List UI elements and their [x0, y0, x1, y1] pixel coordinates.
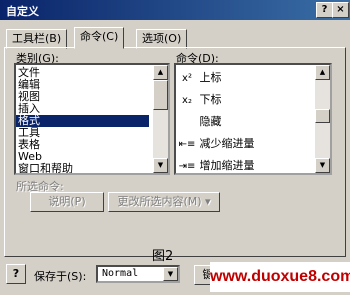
subscript-icon: x₂	[182, 95, 192, 106]
title-bar: 自定义 ? ×	[0, 0, 350, 20]
scroll-thumb[interactable]	[315, 109, 330, 123]
close-button[interactable]: ×	[332, 2, 349, 18]
scroll-up-icon[interactable]: ▲	[153, 65, 168, 80]
save-in-value: Normal	[102, 268, 139, 279]
commands-scrollbar[interactable]: ▲ ▼	[315, 65, 330, 173]
command-label: 下标	[199, 93, 222, 106]
commands-list[interactable]: x² 上标 x₂ 下标 隐藏 ⇤≡ 减少缩进量 ⇥≡ 增加缩进量 ▲ ▼	[174, 63, 332, 175]
command-label: 减少缩进量	[199, 137, 255, 150]
help-icon[interactable]: ?	[6, 264, 26, 284]
save-in-select[interactable]: Normal ▼	[96, 265, 180, 283]
command-label: 隐藏	[199, 115, 222, 128]
tab-toolbars[interactable]: 工具栏(B)	[6, 29, 68, 49]
superscript-icon: x²	[182, 73, 192, 84]
scroll-down-icon[interactable]: ▼	[315, 158, 330, 173]
decrease-indent-icon: ⇤≡	[178, 139, 196, 150]
modify-selection-button[interactable]: 更改所选内容(M) ▾	[108, 192, 220, 212]
command-label: 上标	[199, 71, 222, 84]
categories-list[interactable]: 文件 编辑 视图 插入 格式 工具 表格 Web 窗口和帮助 ▲ ▼	[14, 63, 170, 175]
tab-options[interactable]: 选项(O)	[136, 29, 188, 49]
command-item-decrease-indent[interactable]: ⇤≡ 减少缩进量	[178, 133, 255, 155]
chevron-down-icon[interactable]: ▼	[163, 267, 178, 281]
customize-dialog: 自定义 ? × 工具栏(B) 命令(C) 选项(O) 类别(G): 文件 编辑 …	[0, 0, 350, 295]
dialog-title: 自定义	[6, 5, 39, 18]
scroll-thumb[interactable]	[153, 80, 168, 110]
describe-button[interactable]: 说明(P)	[30, 192, 104, 212]
increase-indent-icon: ⇥≡	[178, 161, 196, 172]
tab-commands[interactable]: 命令(C)	[74, 27, 125, 49]
scroll-down-icon[interactable]: ▼	[153, 158, 168, 173]
scroll-up-icon[interactable]: ▲	[315, 65, 330, 80]
command-item-hidden[interactable]: 隐藏	[178, 111, 222, 133]
figure-caption: 图2	[152, 249, 174, 264]
save-in-label: 保存于(S):	[34, 270, 87, 283]
category-item-window-help[interactable]: 窗口和帮助	[18, 163, 73, 174]
watermark: www.duoxue8.com	[210, 262, 350, 292]
categories-scrollbar[interactable]: ▲ ▼	[153, 65, 168, 173]
help-button[interactable]: ?	[316, 2, 333, 18]
command-label: 增加缩进量	[199, 159, 255, 172]
command-item-subscript[interactable]: x₂ 下标	[178, 89, 222, 111]
command-item-superscript[interactable]: x² 上标	[178, 67, 222, 89]
command-item-increase-indent[interactable]: ⇥≡ 增加缩进量	[178, 155, 255, 173]
